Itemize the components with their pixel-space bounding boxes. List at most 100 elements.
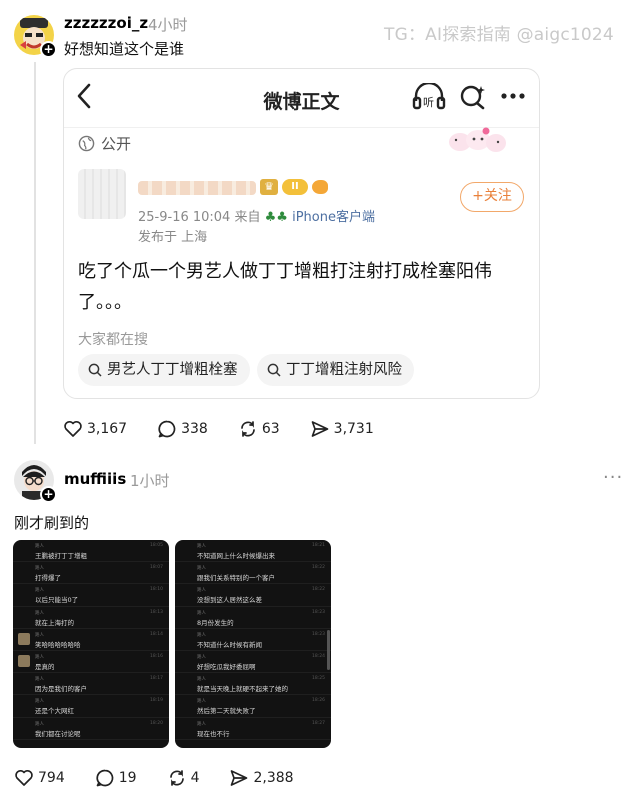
chat-screenshot-right[interactable]: 路人 不知道网上什么时候爆出来 18:21 路人 跟我们关系特别的一个客户 18:22 路人… <box>175 540 331 748</box>
watermark: TG：AI探索指南 @aigc1024 <box>384 25 614 45</box>
chat-message: 打得爆了 <box>35 574 61 583</box>
broccoli-icon: ♣♣ <box>264 210 288 225</box>
chat-message: 然后第二天就失败了 <box>197 707 256 716</box>
chat-message: 就在上海打的 <box>35 618 74 627</box>
like-button[interactable]: 794 <box>14 768 65 788</box>
chat-row: 路人 就在上海打的 18:13 <box>13 607 169 629</box>
chat-user: 路人 <box>197 654 206 660</box>
weibo-body-text: 吃了个瓜一个男艺人做丁丁增粗打注射打成栓塞阳伟了。。。 <box>78 261 492 313</box>
chat-screenshot-left[interactable]: 路人 王鹏被打丁丁增粗 18:05 路人 打得爆了 18:07 路人 以后只能当0了 18:10… <box>13 540 169 748</box>
chat-row: 路人 我们都在讨论呢 18:20 <box>13 718 169 740</box>
comment-icon <box>96 769 114 787</box>
chat-user: 路人 <box>197 544 206 549</box>
embedded-weibo-card[interactable]: 微博正文 听 公开 ♛ II 25-9-16 10:04 来自 ♣♣ iPhon… <box>63 68 540 399</box>
author-badges: ♛ II <box>260 179 328 195</box>
chat-message: 因为是我们的客户 <box>35 685 87 694</box>
chat-time: 18:27 <box>312 720 325 726</box>
author-avatar-blurred[interactable] <box>78 169 126 219</box>
send-icon <box>231 770 248 786</box>
like-count: 794 <box>38 770 65 786</box>
repost-icon <box>240 421 255 437</box>
send-icon <box>311 421 329 437</box>
crown-badge-icon: ♛ <box>260 179 278 195</box>
chat-user: 路人 <box>35 632 44 638</box>
repost-button[interactable]: 4 <box>167 768 200 788</box>
comment-count: 19 <box>118 770 137 786</box>
chat-message: 现在也不行 <box>197 729 230 738</box>
chat-user: 路人 <box>35 654 44 660</box>
chat-user: 路人 <box>197 721 206 727</box>
chat-user: 路人 <box>35 544 44 549</box>
listen-label: 听 <box>423 96 434 109</box>
search-icon <box>88 363 102 377</box>
chat-row: 路人 王鹏被打丁丁增粗 18:05 <box>13 540 169 563</box>
chat-user: 路人 <box>35 588 44 594</box>
chat-row: 路人 打得爆了 18:07 <box>13 562 169 585</box>
share-count: 2,388 <box>253 770 294 786</box>
more-options-icon[interactable] <box>500 83 526 109</box>
chat-time: 18:26 <box>312 698 325 704</box>
share-button[interactable]: 3,731 <box>310 419 374 439</box>
chat-user: 路人 <box>35 677 44 683</box>
author-name-blurred[interactable] <box>138 181 256 195</box>
visibility-public: 公开 <box>78 133 131 154</box>
hello-kitty-sticker-icon <box>449 127 506 152</box>
search-icon <box>267 363 281 377</box>
chat-message: 王鹏被打丁丁增粗 <box>35 552 87 560</box>
chat-user: 路人 <box>197 588 206 594</box>
post-text: 刚才刷到的 <box>14 514 90 532</box>
heart-icon <box>64 420 82 437</box>
chat-row: 路人 笑哈哈哈哈哈哈 18:14 <box>13 629 169 651</box>
repost-button[interactable]: 63 <box>238 419 280 439</box>
chat-user: 路人 <box>197 677 206 683</box>
repost-count: 4 <box>190 770 200 786</box>
search-icon[interactable] <box>459 83 487 111</box>
avatar[interactable]: + <box>14 15 57 58</box>
trending-chip[interactable]: 男艺人丁丁增粗栓塞 <box>78 354 250 386</box>
trending-search-label: 大家都在搜 <box>78 332 148 348</box>
follow-button[interactable]: +关注 <box>460 182 524 212</box>
avatar[interactable]: + <box>14 460 57 503</box>
username[interactable]: zzzzzzoi_z <box>64 14 148 32</box>
scrollbar[interactable] <box>327 630 330 670</box>
chat-time: 18:17 <box>150 676 163 682</box>
chat-time: 18:13 <box>150 609 163 615</box>
post-actions: 3,167 338 63 3,731 <box>63 419 404 439</box>
chat-time: 18:22 <box>312 565 325 571</box>
chat-row: 路人 不知道什么时候有新闻 18:23 <box>175 629 331 651</box>
chat-row: 路人现在也不行 18:27 <box>175 718 331 740</box>
post-meta-device[interactable]: iPhone客户端 <box>292 210 375 225</box>
chat-message: 没想到这人居然这么差 <box>197 596 262 605</box>
post-text: 好想知道这个是谁 <box>64 40 185 58</box>
chat-user: 路人 <box>197 632 206 638</box>
chat-row: 路人 8月份发生的 18:23 <box>175 607 331 629</box>
chat-row: 路人 然后第二天就失败了 18:26 <box>175 695 331 718</box>
chat-message: 8月份发生的 <box>197 618 234 627</box>
follow-plus-icon[interactable]: + <box>40 486 57 503</box>
globe-icon <box>78 135 95 152</box>
post-time: 1小时 <box>130 472 170 490</box>
chat-user: 路人 <box>197 610 206 616</box>
follow-plus-icon[interactable]: + <box>40 41 57 58</box>
visibility-label: 公开 <box>101 135 132 153</box>
chat-message: 不知道网上什么时候爆出来 <box>197 552 275 560</box>
headphones-icon[interactable]: 听 <box>412 83 446 111</box>
chat-row: 路人 还是个大网红 18:19 <box>13 695 169 718</box>
trending-chip-label: 丁丁增粗注射风险 <box>286 362 402 378</box>
more-options-icon[interactable]: ··· <box>603 467 623 488</box>
chat-message: 不知道什么时候有新闻 <box>197 640 262 649</box>
chat-message: 笑哈哈哈哈哈哈 <box>35 640 81 649</box>
chat-row: 路人 跟我们关系特别的一个客户 18:22 <box>175 562 331 585</box>
username[interactable]: muffiiis <box>64 470 126 488</box>
like-button[interactable]: 3,167 <box>63 419 127 439</box>
chat-user: 路人 <box>197 566 206 572</box>
share-button[interactable]: 2,388 <box>229 768 294 788</box>
chat-row: 路人 没想到这人居然这么差 18:22 <box>175 584 331 607</box>
comment-count: 338 <box>181 421 208 437</box>
chat-time: 18:24 <box>312 653 325 659</box>
comment-button[interactable]: 338 <box>157 419 208 439</box>
comment-button[interactable]: 19 <box>95 768 137 788</box>
trending-chip[interactable]: 丁丁增粗注射风险 <box>257 354 414 386</box>
chat-user: 路人 <box>35 699 44 705</box>
chat-row: 路人 是真的 18:16 <box>13 651 169 674</box>
